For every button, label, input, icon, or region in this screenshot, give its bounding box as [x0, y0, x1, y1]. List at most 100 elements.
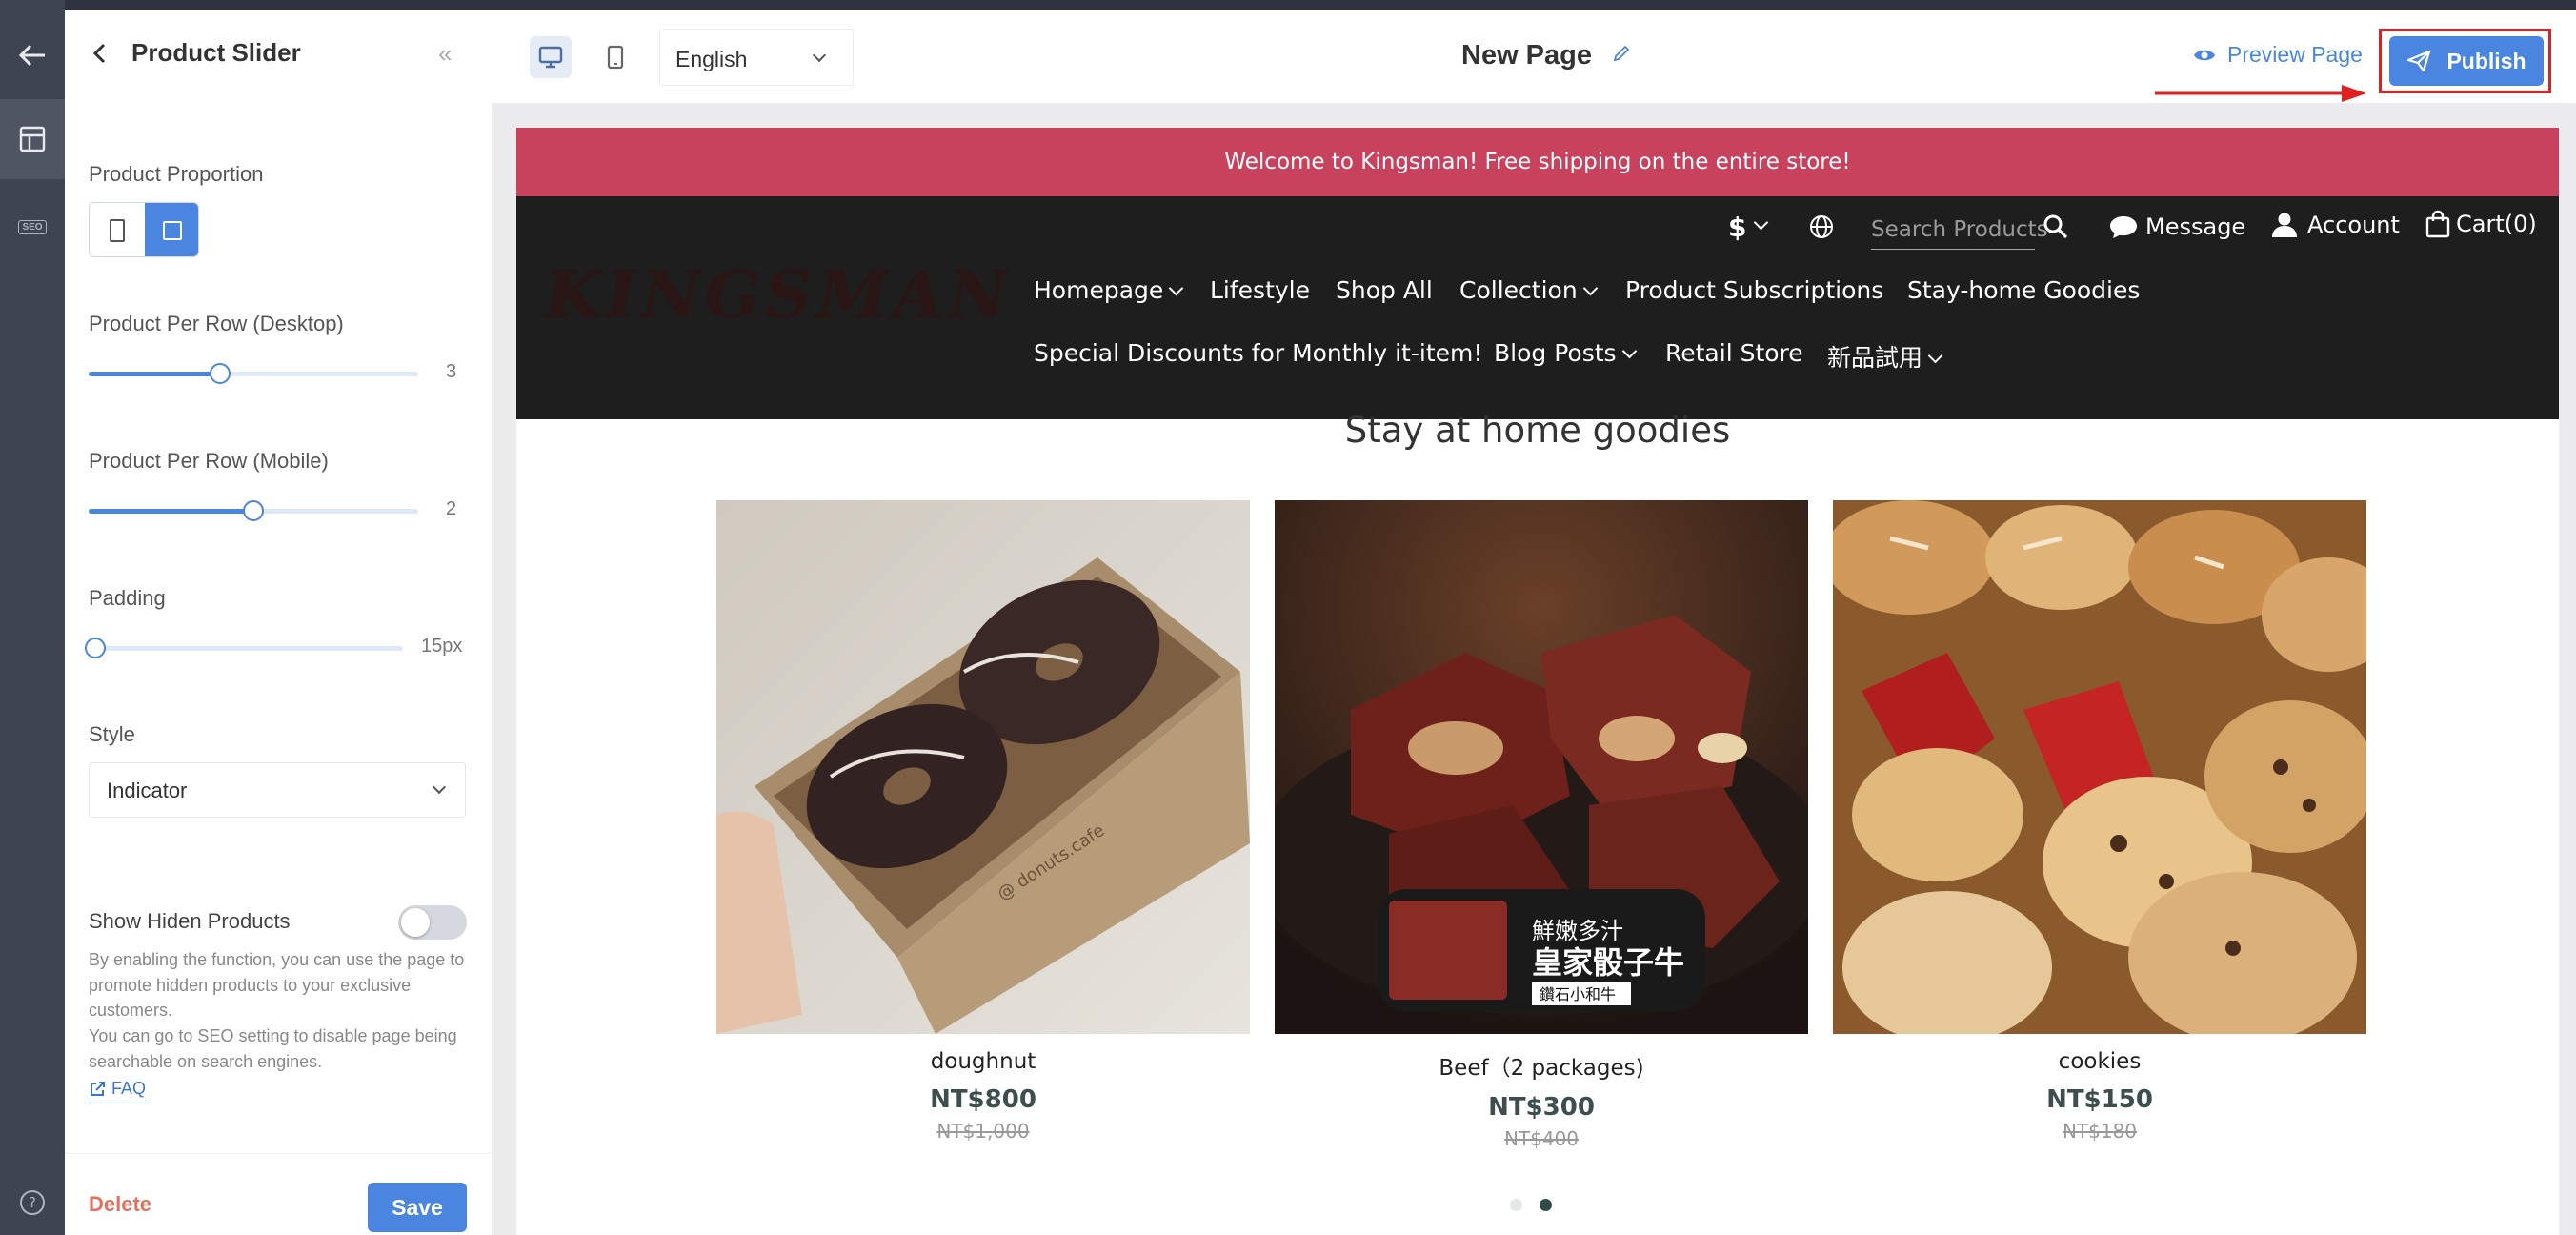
page-title: New Page — [1461, 40, 1592, 71]
preview-page-button[interactable]: Preview Page — [2193, 42, 2363, 68]
product-image-doughnut[interactable]: @ donuts.cafe — [716, 500, 1250, 1034]
style-label: Style — [89, 722, 135, 746]
nav-special-discounts[interactable]: Special Discounts for Monthly it-item! — [1034, 339, 1482, 367]
carousel-dot[interactable] — [1540, 1199, 1552, 1211]
product-card[interactable]: 鮮嫩多汁 皇家骰子牛 鑽石小和牛 Beef（2 packages) NT$300… — [1275, 500, 1808, 1150]
faq-link[interactable]: FAQ — [89, 1079, 147, 1103]
section-title: Stay at home goodies — [1344, 410, 1731, 451]
per-row-mobile-handle[interactable] — [243, 500, 264, 521]
product-name[interactable]: doughnut — [716, 1049, 1250, 1074]
account-label: Account — [2307, 212, 2400, 238]
publish-button[interactable]: Publish — [2389, 36, 2544, 86]
shopping-bag-icon — [2425, 210, 2450, 238]
style-select[interactable]: Indicator — [89, 762, 466, 818]
cart-label: Cart(0) — [2456, 211, 2537, 237]
back-arrow-icon[interactable] — [0, 29, 65, 82]
store-header: KINGSMAN $ Search Products Message Accou… — [516, 196, 2559, 419]
faq-label: FAQ — [111, 1079, 147, 1098]
delete-button[interactable]: Delete — [89, 1192, 151, 1217]
globe-icon[interactable] — [1808, 213, 1835, 240]
show-hidden-description: By enabling the function, you can use th… — [89, 950, 465, 1020]
beef-overlay-title: 鮮嫩多汁 — [1532, 918, 1623, 944]
seo-note: You can go to SEO setting to disable pag… — [89, 1026, 457, 1071]
currency-select[interactable]: $ — [1728, 212, 1769, 243]
show-hidden-toggle[interactable] — [398, 905, 467, 940]
message-link[interactable]: Message — [2109, 213, 2245, 240]
product-image-cookies[interactable] — [1833, 500, 2366, 1034]
carousel-dot[interactable] — [1510, 1199, 1522, 1211]
style-select-value: Indicator — [107, 779, 188, 802]
settings-panel: Product Slider « Product Proportion Prod… — [65, 10, 492, 1235]
store-logo[interactable]: KINGSMAN — [545, 257, 1012, 334]
search-icon[interactable] — [2043, 213, 2069, 240]
product-proportion-label: Product Proportion — [89, 162, 264, 186]
account-link[interactable]: Account — [2271, 212, 2400, 238]
send-icon — [2407, 50, 2431, 72]
nav-blog-posts[interactable]: Blog Posts — [1494, 339, 1637, 367]
edit-title-icon[interactable] — [1612, 44, 1631, 63]
per-row-desktop-value: 3 — [446, 361, 457, 382]
product-original-price: NT$180 — [2062, 1120, 2138, 1143]
left-rail: SEO ? — [0, 0, 65, 1235]
save-button[interactable]: Save — [368, 1183, 467, 1232]
currency-symbol: $ — [1728, 212, 1747, 243]
language-value: English — [675, 47, 748, 71]
message-label: Message — [2145, 213, 2246, 240]
desktop-icon — [538, 46, 563, 69]
desktop-view-button[interactable] — [530, 36, 572, 78]
cart-link[interactable]: Cart(0) — [2425, 210, 2537, 238]
nav-lifestyle[interactable]: Lifestyle — [1210, 276, 1310, 304]
preview-page-label: Preview Page — [2227, 42, 2363, 67]
product-card[interactable]: cookies NT$150 NT$180 — [1833, 500, 2366, 1143]
nav-homepage[interactable]: Homepage — [1034, 276, 1184, 304]
padding-value: 15px — [421, 636, 463, 657]
product-name[interactable]: Beef（2 packages) — [1275, 1049, 1808, 1082]
panel-title: Product Slider — [131, 38, 301, 67]
product-card[interactable]: @ donuts.cafe doughnut NT$800 NT$1,000 — [716, 500, 1250, 1143]
search-input[interactable]: Search Products — [1871, 210, 2048, 250]
padding-slider[interactable] — [84, 638, 403, 658]
publish-label: Publish — [2446, 48, 2526, 73]
per-row-desktop-slider[interactable] — [89, 363, 418, 384]
padding-handle[interactable] — [84, 638, 106, 658]
nav-stay-home-goodies[interactable]: Stay-home Goodies — [1907, 276, 2140, 304]
collapse-panel-icon[interactable]: « — [438, 41, 452, 66]
search-placeholder: Search Products — [1871, 217, 2048, 242]
product-price: NT$300 — [1488, 1093, 1595, 1122]
language-select[interactable]: English — [659, 29, 854, 86]
store-preview: Welcome to Kingsman! Free shipping on th… — [516, 128, 2559, 1235]
per-row-desktop-label: Product Per Row (Desktop) — [89, 312, 344, 335]
annotation-arrow — [2155, 82, 2368, 105]
proportion-toggle — [89, 202, 199, 257]
nav-shop-all[interactable]: Shop All — [1336, 276, 1433, 304]
product-name[interactable]: cookies — [1833, 1049, 2366, 1074]
nav-collection[interactable]: Collection — [1459, 276, 1598, 304]
user-icon — [2272, 213, 2297, 237]
per-row-mobile-value: 2 — [446, 498, 457, 519]
external-link-icon — [91, 1081, 105, 1096]
layout-icon[interactable] — [0, 99, 65, 179]
show-hidden-label: Show Hiden Products — [89, 909, 291, 933]
product-original-price: NT$400 — [1503, 1127, 1580, 1150]
per-row-mobile-slider[interactable] — [89, 500, 418, 521]
mobile-icon — [607, 45, 624, 70]
announcement-text: Welcome to Kingsman! Free shipping on th… — [1224, 150, 1851, 174]
padding-label: Padding — [89, 586, 166, 610]
nav-product-subscriptions[interactable]: Product Subscriptions — [1625, 276, 1883, 304]
carousel-indicator — [1510, 1199, 1552, 1211]
panel-back-icon[interactable] — [91, 42, 107, 65]
svg-text:?: ? — [29, 1194, 36, 1211]
beef-overlay-main: 皇家骰子牛 — [1532, 944, 1684, 981]
announcement-bar: Welcome to Kingsman! Free shipping on th… — [516, 128, 2559, 196]
mobile-view-button[interactable] — [594, 36, 636, 78]
nav-new-trial[interactable]: 新品試用 — [1827, 339, 1943, 374]
help-icon[interactable]: ? — [0, 1184, 65, 1222]
seo-icon[interactable]: SEO — [0, 200, 65, 253]
per-row-desktop-handle[interactable] — [210, 363, 231, 384]
portrait-proportion-button[interactable] — [90, 203, 145, 256]
square-proportion-button[interactable] — [145, 203, 198, 256]
nav-retail-store[interactable]: Retail Store — [1665, 339, 1803, 367]
eye-icon — [2194, 50, 2215, 60]
product-price: NT$800 — [930, 1085, 1036, 1114]
product-image-beef[interactable]: 鮮嫩多汁 皇家骰子牛 鑽石小和牛 — [1275, 500, 1808, 1034]
